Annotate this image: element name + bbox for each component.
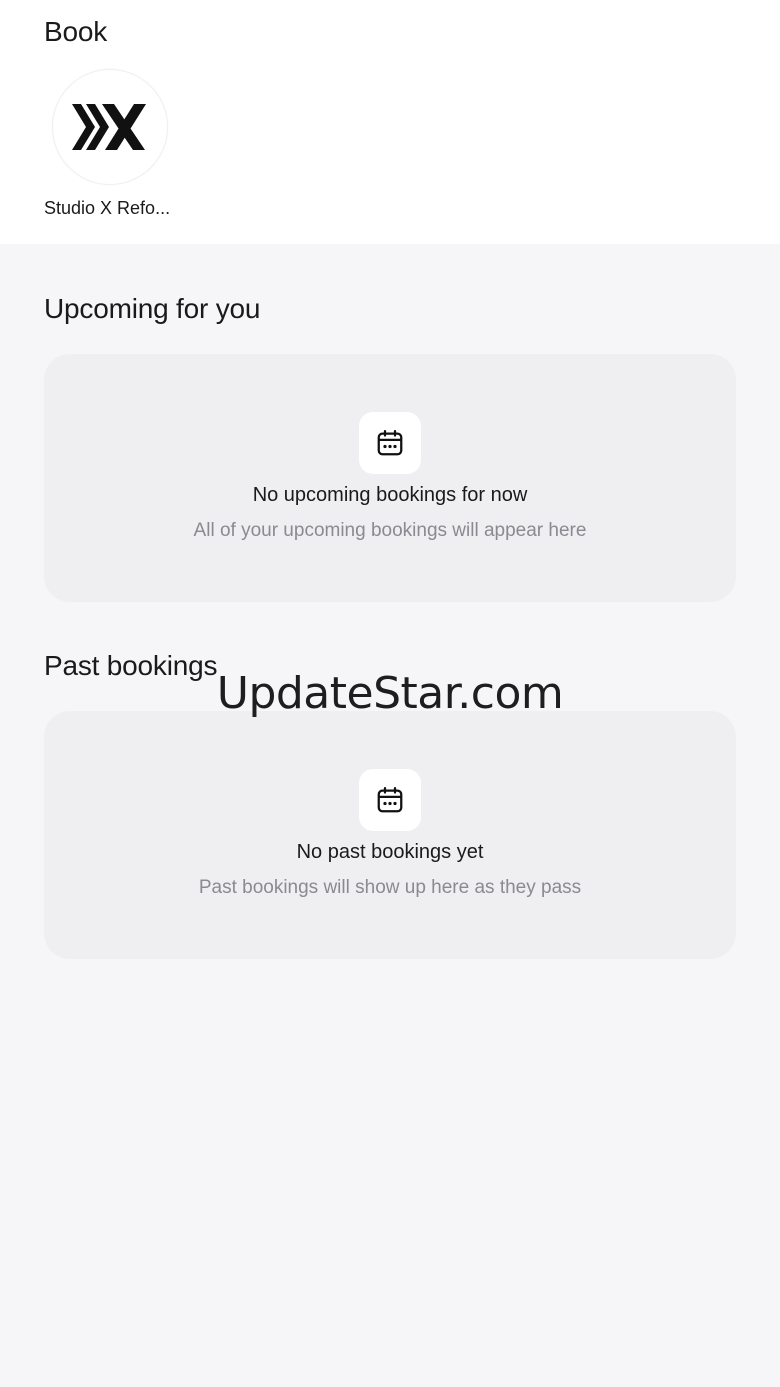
page-title: Book: [44, 16, 108, 47]
book-section: Book Studio X Refo...: [0, 0, 780, 244]
studio-x-logo-icon: [72, 104, 146, 150]
studio-card[interactable]: Studio X Refo...: [44, 66, 184, 226]
studio-name: Studio X Refo...: [44, 198, 171, 218]
upcoming-title: Upcoming for you: [44, 293, 261, 324]
past-empty-heading: No past bookings yet: [296, 841, 484, 863]
past-title: Past bookings: [44, 650, 218, 681]
upcoming-empty-subtext: All of your upcoming bookings will appea…: [193, 520, 587, 541]
upcoming-empty-heading: No upcoming bookings for now: [252, 484, 528, 506]
past-empty-subtext: Past bookings will show up here as they …: [198, 877, 582, 898]
past-calendar-icon-box: [359, 769, 421, 831]
upcoming-calendar-icon-box: [359, 412, 421, 474]
studio-x-logo: [52, 69, 168, 185]
upcoming-empty-card: No upcoming bookings for now All of your…: [44, 354, 736, 602]
past-empty-card: No past bookings yet Past bookings will …: [44, 711, 736, 959]
calendar-icon: [377, 787, 403, 813]
calendar-icon: [377, 430, 403, 456]
